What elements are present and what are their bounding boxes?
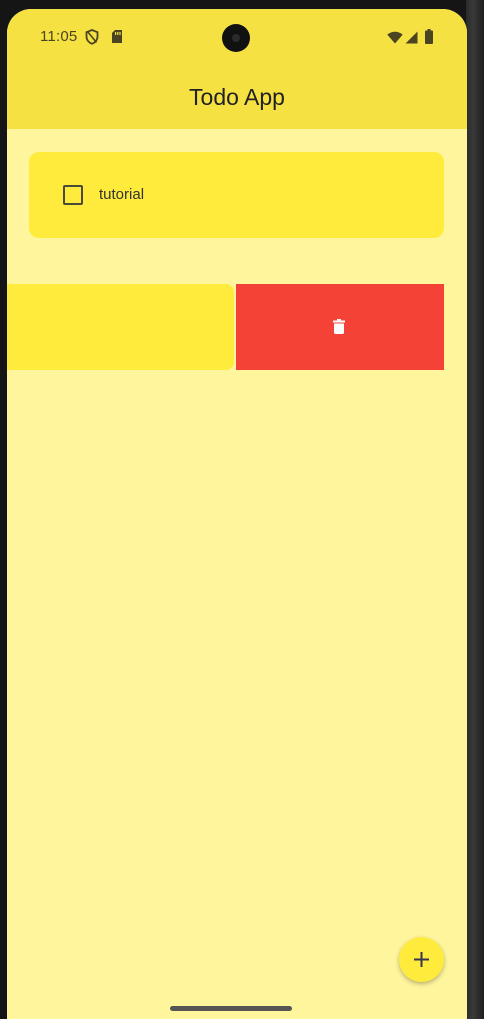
device-edge xyxy=(466,0,484,1019)
wifi-icon xyxy=(387,31,403,44)
sd-card-icon xyxy=(112,30,122,43)
add-todo-button[interactable] xyxy=(399,937,444,982)
trash-icon xyxy=(333,319,345,334)
device-frame: 11:05 Todo App tutorial xyxy=(0,0,484,1019)
swipe-delete-background[interactable] xyxy=(236,284,444,370)
todo-item[interactable]: tutorial xyxy=(29,152,444,238)
home-indicator[interactable] xyxy=(170,1006,292,1011)
plus-icon xyxy=(414,952,429,967)
todo-item-swiped[interactable] xyxy=(7,284,234,370)
todo-label: tutorial xyxy=(99,186,145,203)
shield-icon xyxy=(85,29,99,45)
app-bar: 11:05 Todo App xyxy=(7,9,467,129)
app-screen: 11:05 Todo App tutorial xyxy=(7,9,467,1019)
front-camera xyxy=(222,24,250,52)
todo-checkbox[interactable] xyxy=(63,185,83,205)
battery-icon xyxy=(425,29,433,44)
status-time: 11:05 xyxy=(40,28,78,45)
signal-icon xyxy=(405,31,418,44)
app-title: Todo App xyxy=(189,84,285,110)
